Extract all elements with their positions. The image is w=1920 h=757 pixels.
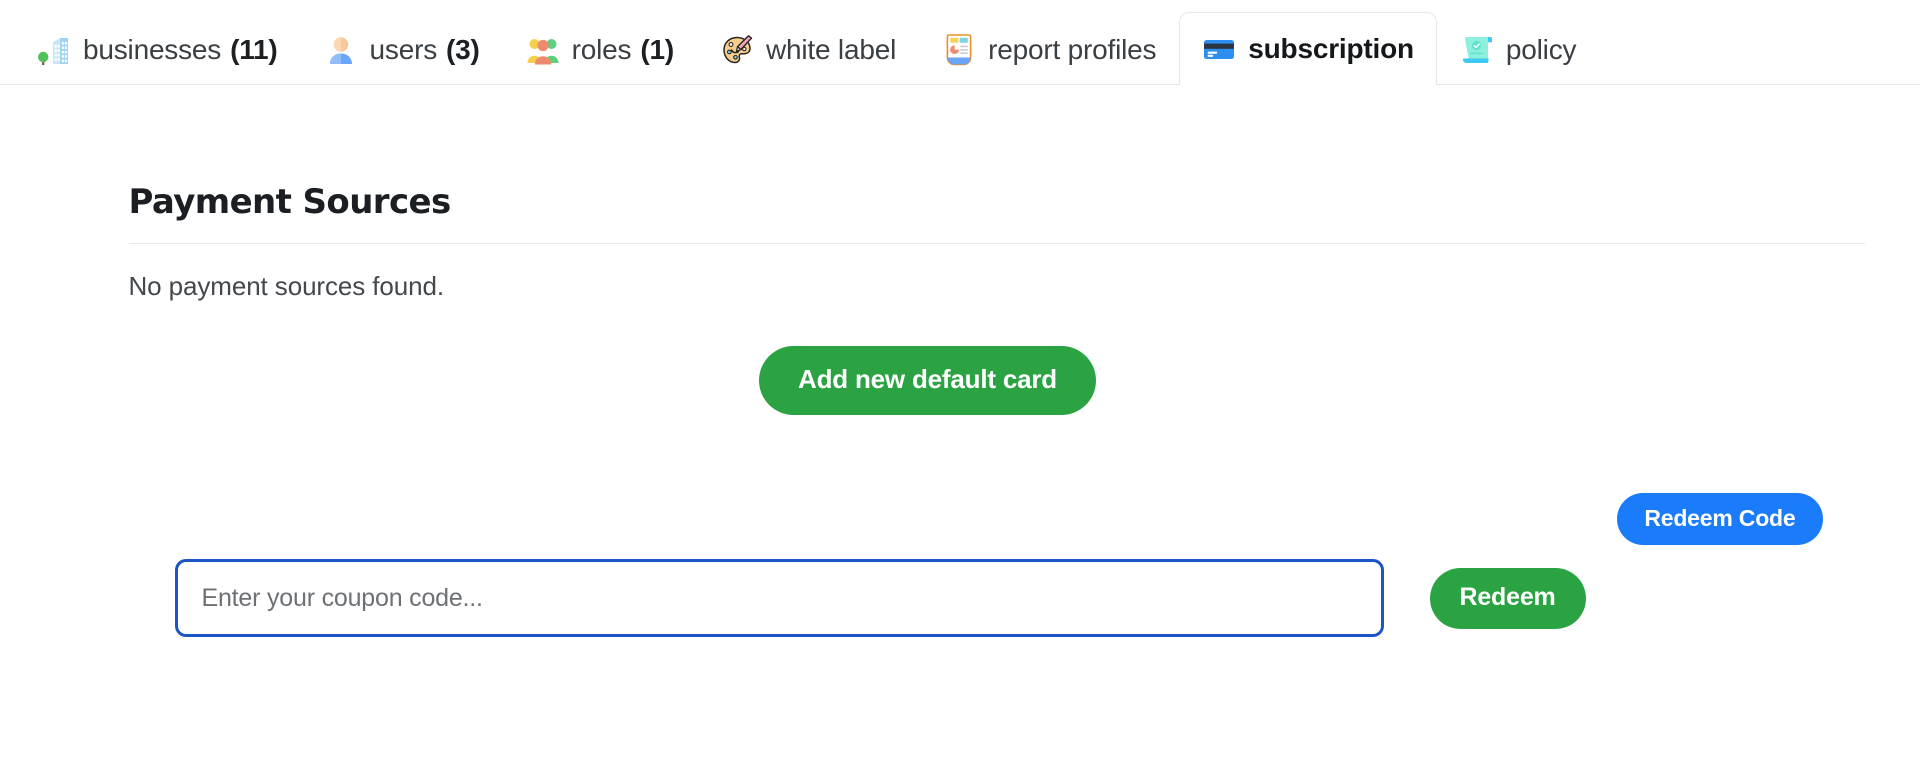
tab-roles[interactable]: roles (1)	[503, 14, 697, 84]
tab-count-users: (3)	[446, 33, 480, 65]
tab-label-report-profiles: report profiles	[988, 33, 1157, 65]
office-buildings-icon	[37, 33, 71, 67]
tab-businesses[interactable]: businesses (11)	[14, 14, 301, 84]
tab-label-roles: roles	[571, 33, 632, 65]
add-card-row: Add new default card	[129, 346, 1862, 416]
tab-count-roles: (1)	[640, 33, 674, 65]
empty-state-message: No payment sources found.	[128, 271, 445, 302]
tab-label-white-label: white label	[765, 33, 897, 65]
user-bust-icon	[324, 33, 358, 67]
tab-count-businesses: (11)	[230, 33, 278, 65]
tab-white-label[interactable]: white label	[697, 14, 919, 84]
title-divider	[128, 243, 1865, 245]
artist-palette-icon	[720, 33, 754, 67]
tab-report-profiles[interactable]: report profiles	[919, 14, 1179, 84]
policy-scroll-icon	[1460, 33, 1494, 67]
payment-sources-section: Payment Sources No payment sources found…	[59, 182, 1865, 638]
coupon-code-input[interactable]	[174, 559, 1384, 638]
tab-label-businesses: businesses	[83, 33, 222, 65]
report-chart-icon	[942, 33, 976, 67]
redeem-code-button[interactable]: Redeem Code	[1617, 493, 1823, 546]
redeem-button[interactable]: Redeem	[1429, 567, 1586, 629]
redeem-code-row: Redeem Code	[129, 493, 1862, 546]
primary-tab-bar: businesses (11) users (3) roles (1) whit…	[0, 0, 1920, 85]
tab-subscription[interactable]: subscription	[1179, 12, 1437, 85]
tab-users[interactable]: users (3)	[301, 14, 503, 84]
coupon-form: Redeem	[129, 559, 1862, 638]
add-new-default-card-button[interactable]: Add new default card	[759, 346, 1096, 416]
people-group-icon	[526, 33, 560, 67]
tab-label-subscription: subscription	[1248, 32, 1414, 64]
credit-card-icon	[1202, 32, 1236, 66]
tab-policy[interactable]: policy	[1437, 14, 1599, 84]
tab-label-users: users	[369, 33, 438, 65]
subscription-panel: Payment Sources No payment sources found…	[0, 182, 1920, 638]
page-title: Payment Sources	[128, 182, 452, 222]
tab-label-policy: policy	[1505, 33, 1577, 65]
